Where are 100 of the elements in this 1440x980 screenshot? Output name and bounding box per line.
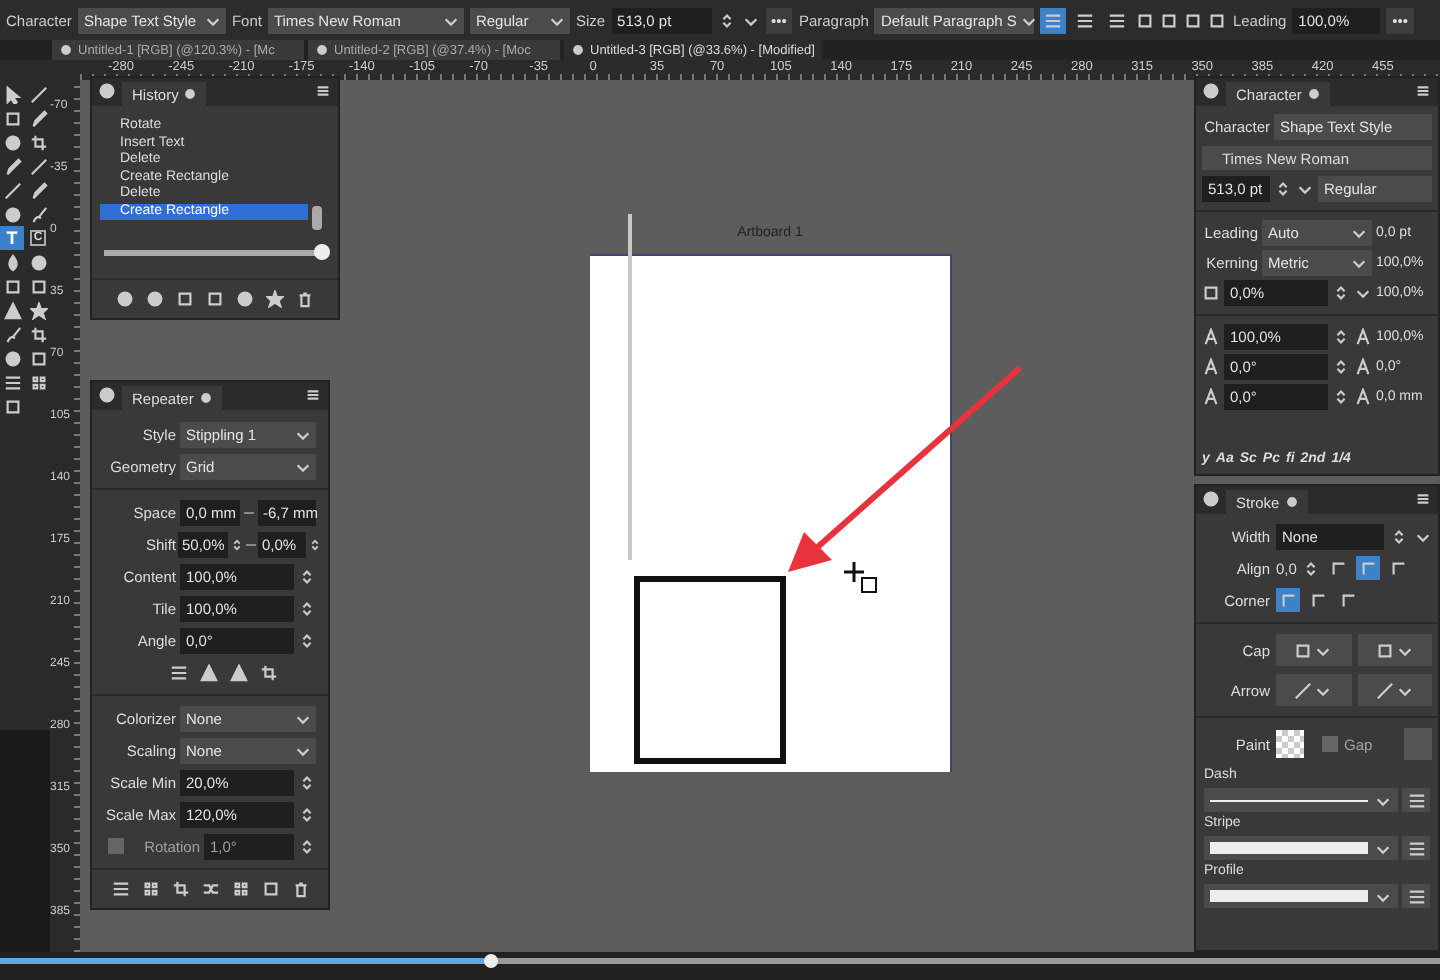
- style-dropdown[interactable]: [1204, 836, 1398, 860]
- arrow-dropdown[interactable]: [1276, 674, 1351, 706]
- tool-button[interactable]: [26, 154, 50, 178]
- letter-a-icon: [1202, 358, 1220, 376]
- pen-icon: [29, 109, 47, 127]
- settings-button[interactable]: [1402, 884, 1430, 908]
- style-dropdown[interactable]: [1204, 884, 1398, 908]
- square-icon: [3, 277, 21, 295]
- square-icon: [1294, 641, 1313, 659]
- shuffle-icon[interactable]: [201, 880, 219, 898]
- grid-icon[interactable]: [141, 880, 159, 898]
- square-icon: [1202, 284, 1220, 302]
- spinner-icon[interactable]: [298, 631, 316, 649]
- line-icon: [29, 85, 47, 103]
- arrow-dropdown[interactable]: [1357, 674, 1432, 706]
- square-icon: [29, 277, 47, 295]
- spinner-icon[interactable]: [308, 535, 322, 553]
- triangle-icon: [3, 301, 21, 319]
- menu-icon[interactable]: [304, 386, 322, 404]
- cap-dropdown[interactable]: [1276, 634, 1351, 666]
- spinner-icon[interactable]: [298, 599, 316, 617]
- square-icon: [3, 109, 21, 127]
- tool-button[interactable]: [0, 178, 24, 202]
- cap-dropdown[interactable]: [1357, 634, 1432, 666]
- lines-icon: [1044, 11, 1063, 29]
- lines-icon: [1076, 11, 1095, 29]
- grid-icon[interactable]: [231, 880, 249, 898]
- brush-icon: [3, 325, 21, 343]
- letter-a-icon: [1354, 388, 1372, 406]
- crop-icon[interactable]: [171, 880, 189, 898]
- line-icon: [1294, 681, 1313, 699]
- tool-button[interactable]: [26, 130, 50, 154]
- crop-icon: [29, 133, 47, 151]
- spinner-icon[interactable]: [230, 535, 244, 553]
- grid-icon: [29, 373, 47, 391]
- tool-button[interactable]: [0, 298, 24, 322]
- square-icon[interactable]: [206, 290, 224, 308]
- letter-a-icon: [1202, 328, 1220, 346]
- square-icon[interactable]: [1160, 11, 1179, 29]
- crop-icon[interactable]: [260, 663, 278, 681]
- spinner-icon[interactable]: [1332, 358, 1350, 376]
- spinner-icon[interactable]: [298, 805, 316, 823]
- spinner-icon[interactable]: [1332, 284, 1350, 302]
- tool-button[interactable]: [26, 298, 50, 322]
- square-icon[interactable]: [1184, 11, 1203, 29]
- settings-button[interactable]: [1402, 836, 1430, 860]
- style-dropdown[interactable]: [1204, 788, 1398, 812]
- spinner-icon[interactable]: [298, 837, 316, 855]
- square-icon: [3, 397, 21, 415]
- menu-icon[interactable]: [1414, 490, 1432, 508]
- square-icon[interactable]: [176, 290, 194, 308]
- lines-icon[interactable]: [170, 663, 188, 681]
- spinner-icon[interactable]: [298, 567, 316, 585]
- scrollbar-thumb[interactable]: [312, 206, 322, 230]
- letter-a-icon: [1202, 388, 1220, 406]
- lines-icon: [1407, 887, 1425, 905]
- lines-icon: [1407, 791, 1425, 809]
- trash-icon[interactable]: [296, 290, 314, 308]
- square-icon[interactable]: [1136, 11, 1155, 29]
- pointer-icon: [3, 85, 21, 103]
- tool-button[interactable]: [26, 322, 50, 346]
- settings-button[interactable]: [1402, 788, 1430, 812]
- tool-button[interactable]: [0, 346, 24, 370]
- spinner-icon[interactable]: [717, 11, 736, 29]
- spinner-icon[interactable]: [1390, 527, 1408, 545]
- droplet-icon: [3, 253, 21, 271]
- spinner-icon[interactable]: [1302, 559, 1321, 577]
- lines-icon: [1407, 839, 1425, 857]
- letter-a-icon: [1354, 358, 1372, 376]
- crop-icon: [29, 325, 47, 343]
- square-icon: [29, 349, 47, 367]
- square-icon: [1375, 641, 1394, 659]
- crosshair-cursor-icon: [842, 560, 882, 594]
- align-button[interactable]: [1040, 7, 1067, 33]
- star-icon[interactable]: [266, 290, 284, 308]
- lines-icon: [3, 373, 21, 391]
- letter-a-icon: [1354, 328, 1372, 346]
- menu-icon[interactable]: [314, 82, 332, 100]
- spinner-icon[interactable]: [1332, 328, 1350, 346]
- spinner-icon[interactable]: [298, 773, 316, 791]
- paint-swatch[interactable]: [1276, 730, 1304, 758]
- align-button[interactable]: [1356, 556, 1381, 580]
- tool-button[interactable]: T: [0, 226, 24, 250]
- brush-icon: [29, 205, 47, 223]
- slider-thumb[interactable]: [314, 244, 330, 260]
- lines-icon[interactable]: [111, 880, 129, 898]
- spinner-icon[interactable]: [1274, 180, 1292, 198]
- square-icon[interactable]: [1208, 11, 1227, 29]
- playback-handle[interactable]: [483, 954, 498, 968]
- tool-button[interactable]: [0, 202, 24, 226]
- trash-icon[interactable]: [291, 880, 309, 898]
- menu-icon[interactable]: [1414, 82, 1432, 100]
- line-icon: [1375, 681, 1394, 699]
- line-icon: [29, 157, 47, 175]
- tool-button[interactable]: [26, 250, 50, 274]
- spinner-icon[interactable]: [1332, 388, 1350, 406]
- checkbox[interactable]: [108, 838, 124, 854]
- gap-swatch[interactable]: [1404, 728, 1432, 760]
- tool-button[interactable]: [26, 82, 50, 106]
- square-icon[interactable]: [261, 880, 279, 898]
